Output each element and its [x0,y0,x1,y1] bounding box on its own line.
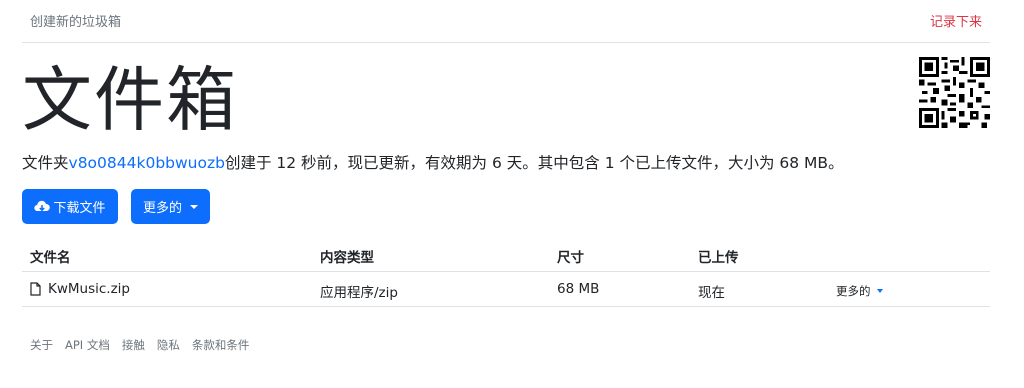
folder-prefix: 文件夹 [22,154,69,172]
file-name: KwMusic.zip [48,281,131,297]
folder-id-link[interactable]: v8o0844k0bbwuozb [69,154,225,172]
page-title: 文件箱 [22,59,238,141]
folder-summary: 创建于 12 秒前，现已更新，有效期为 6 天。其中包含 1 个已上传文件，大小… [224,154,844,172]
table-header: 文件名 内容类型 尺寸 已上传 [22,237,990,272]
file-link[interactable]: KwMusic.zip [30,281,130,297]
folder-info: 文件夹v8o0844k0bbwuozb创建于 12 秒前，现已更新，有效期为 6… [22,151,844,173]
footer-contact-link[interactable]: 接触 [122,337,157,353]
footer-links: 关于 API 文档 接触 隐私 条款和条件 [30,337,261,353]
footer-terms-link[interactable]: 条款和条件 [192,337,262,353]
header-filename: 文件名 [30,250,71,266]
header-uploaded: 已上传 [698,250,739,266]
footer-about-link[interactable]: 关于 [30,337,65,353]
download-files-label: 下载文件 [53,201,106,216]
files-table: 文件名 内容类型 尺寸 已上传 KwMusic.zip 应用程序/zip 68 … [22,237,990,307]
footer-api-docs-link[interactable]: API 文档 [65,337,122,353]
file-size: 68 MB [557,281,600,297]
qr-code-icon [919,57,990,128]
header-size: 尺寸 [557,250,584,266]
row-more-label: 更多的 [836,284,871,298]
file-type: 应用程序/zip [320,285,398,301]
file-icon [30,282,41,296]
file-uploaded: 现在 [698,285,725,301]
top-bar: 创建新的垃圾箱 记录下来 [22,0,990,43]
header-content-type: 内容类型 [320,250,374,266]
row-more-dropdown[interactable]: 更多的 [836,283,883,299]
more-actions-label: 更多的 [142,201,182,216]
cloud-download-icon [34,200,51,211]
table-row: KwMusic.zip 应用程序/zip 68 MB 现在 更多的 [22,272,990,307]
more-actions-button[interactable]: 更多的 [131,189,210,224]
remember-link[interactable]: 记录下来 [930,11,982,30]
download-files-button[interactable]: 下载文件 [22,189,118,224]
caret-down-icon [876,289,883,293]
caret-down-icon [190,204,198,209]
footer-privacy-link[interactable]: 隐私 [157,337,192,353]
create-new-bin-link[interactable]: 创建新的垃圾箱 [30,11,121,30]
